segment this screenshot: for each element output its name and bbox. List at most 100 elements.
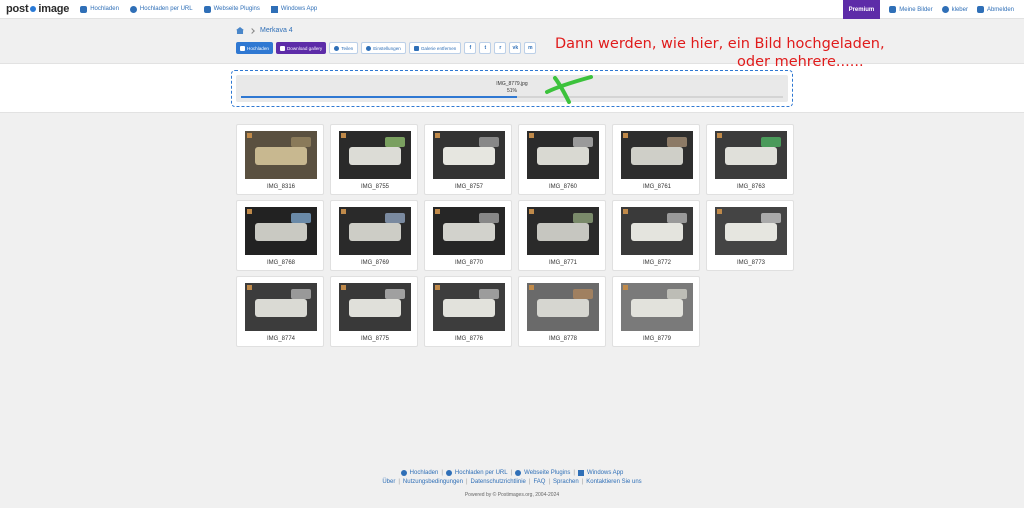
- thumbnail-badge-icon: [623, 209, 628, 214]
- thumbnail-content: [725, 223, 777, 241]
- image-thumbnail[interactable]: [621, 207, 693, 255]
- footer-upload-link[interactable]: Hochladen: [410, 470, 439, 476]
- image-card[interactable]: IMG_8774: [236, 276, 324, 347]
- cloud-upload-icon: [240, 45, 245, 51]
- logout-icon: [976, 6, 984, 13]
- image-thumbnail[interactable]: [527, 207, 599, 255]
- twitter-share-button[interactable]: t: [479, 42, 492, 54]
- image-card[interactable]: IMG_8771: [518, 200, 606, 271]
- image-card[interactable]: IMG_8760: [518, 124, 606, 195]
- image-card[interactable]: IMG_8772: [612, 200, 700, 271]
- image-thumbnail[interactable]: [527, 283, 599, 331]
- footer-faq-link[interactable]: FAQ: [533, 479, 545, 485]
- thumbnail-content: [537, 299, 589, 317]
- postimage-logo[interactable]: post image: [6, 3, 69, 15]
- globe-icon: [445, 470, 452, 476]
- image-caption: IMG_8775: [360, 336, 390, 342]
- thumbnail-badge-icon: [341, 133, 346, 138]
- cloud-upload-icon: [400, 470, 407, 476]
- image-caption: IMG_8770: [454, 260, 484, 266]
- image-card[interactable]: IMG_8316: [236, 124, 324, 195]
- image-thumbnail[interactable]: [433, 207, 505, 255]
- image-card[interactable]: IMG_8757: [424, 124, 512, 195]
- thumbnail-content: [443, 223, 495, 241]
- nav-logout[interactable]: Abmelden: [976, 6, 1014, 13]
- facebook-share-button[interactable]: f: [464, 42, 477, 54]
- breadcrumb-gallery-name[interactable]: Merkava 4: [260, 27, 293, 34]
- nav-windows-app[interactable]: Windows App: [270, 5, 317, 13]
- trash-icon: [413, 45, 419, 51]
- footer-upload-url-link[interactable]: Hochladen per URL: [455, 470, 508, 476]
- image-thumbnail[interactable]: [433, 131, 505, 179]
- thumbnail-content: [291, 137, 311, 147]
- email-share-button[interactable]: m: [524, 42, 537, 54]
- thumbnail-content: [573, 137, 593, 147]
- thumbnail-content: [349, 147, 401, 165]
- nav-my-images-label: Meine Bilder: [899, 6, 933, 13]
- image-card[interactable]: IMG_8779: [612, 276, 700, 347]
- nav-my-images[interactable]: Meine Bilder: [889, 6, 933, 13]
- image-thumbnail[interactable]: [621, 283, 693, 331]
- footer-windows-app-link[interactable]: Windows App: [587, 470, 623, 476]
- nav-upload-url[interactable]: Hochladen per URL: [129, 5, 193, 13]
- image-card[interactable]: IMG_8773: [706, 200, 794, 271]
- image-thumbnail[interactable]: [527, 131, 599, 179]
- image-card[interactable]: IMG_8776: [424, 276, 512, 347]
- nav-plugins[interactable]: Webseite Plugins: [203, 5, 260, 13]
- vk-share-button[interactable]: vk: [509, 42, 522, 54]
- image-caption: IMG_8771: [548, 260, 578, 266]
- thumbnail-badge-icon: [623, 133, 628, 138]
- footer-terms-link[interactable]: Nutzungsbedingungen: [403, 479, 463, 485]
- annotation-line-1: Dann werden, wie hier, ein Bild hochgela…: [555, 36, 885, 52]
- nav-upload[interactable]: Hochladen: [80, 5, 119, 13]
- upload-progress-item: IMG_8779.jpg 51%: [236, 75, 788, 102]
- nav-user[interactable]: kleber: [941, 6, 968, 13]
- thumbnail-content: [349, 223, 401, 241]
- upload-progress-track: [241, 96, 783, 98]
- image-thumbnail[interactable]: [245, 283, 317, 331]
- reddit-share-button[interactable]: r: [494, 42, 507, 54]
- thumbnail-content: [631, 147, 683, 165]
- image-card[interactable]: IMG_8761: [612, 124, 700, 195]
- nav-upload-label: Hochladen: [90, 6, 119, 12]
- image-card[interactable]: IMG_8770: [424, 200, 512, 271]
- image-card[interactable]: IMG_8768: [236, 200, 324, 271]
- image-thumbnail[interactable]: [245, 131, 317, 179]
- image-card[interactable]: IMG_8755: [330, 124, 418, 195]
- premium-button[interactable]: Premium: [842, 0, 881, 19]
- image-card[interactable]: IMG_8778: [518, 276, 606, 347]
- settings-button[interactable]: Einstellungen: [361, 42, 406, 54]
- image-thumbnail[interactable]: [339, 283, 411, 331]
- share-button[interactable]: Teilen: [329, 42, 359, 54]
- footer-privacy-link[interactable]: Datenschutzrichtlinie: [471, 479, 526, 485]
- thumbnail-content: [761, 213, 781, 223]
- image-thumbnail[interactable]: [715, 207, 787, 255]
- delete-gallery-button[interactable]: Galerie entfernen: [408, 42, 462, 54]
- footer-languages-link[interactable]: Sprachen: [553, 479, 579, 485]
- image-thumbnail[interactable]: [621, 131, 693, 179]
- image-icon: [889, 6, 897, 13]
- image-thumbnail[interactable]: [339, 131, 411, 179]
- image-thumbnail[interactable]: [433, 283, 505, 331]
- upload-button[interactable]: Hochladen: [236, 42, 273, 54]
- green-x-mark-icon: [545, 75, 593, 104]
- image-thumbnail[interactable]: [715, 131, 787, 179]
- image-card[interactable]: IMG_8763: [706, 124, 794, 195]
- image-card[interactable]: IMG_8769: [330, 200, 418, 271]
- image-thumbnail[interactable]: [245, 207, 317, 255]
- home-icon[interactable]: [236, 27, 244, 34]
- image-caption: IMG_8768: [266, 260, 296, 266]
- footer-about-link[interactable]: Über: [382, 479, 395, 485]
- share-icon: [334, 45, 340, 51]
- nav-user-label: kleber: [951, 6, 968, 13]
- nav-upload-url-label: Hochladen per URL: [139, 6, 193, 12]
- footer-separator: |: [441, 470, 443, 476]
- image-thumbnail[interactable]: [339, 207, 411, 255]
- image-caption: IMG_8761: [642, 184, 672, 190]
- footer-plugins-link[interactable]: Webseite Plugins: [524, 470, 570, 476]
- footer-contact-link[interactable]: Kontaktieren Sie uns: [586, 479, 641, 485]
- nav-plugins-label: Webseite Plugins: [213, 6, 260, 12]
- image-card[interactable]: IMG_8775: [330, 276, 418, 347]
- download-gallery-button[interactable]: Download gallery: [275, 42, 327, 54]
- settings-button-label: Einstellungen: [373, 45, 401, 51]
